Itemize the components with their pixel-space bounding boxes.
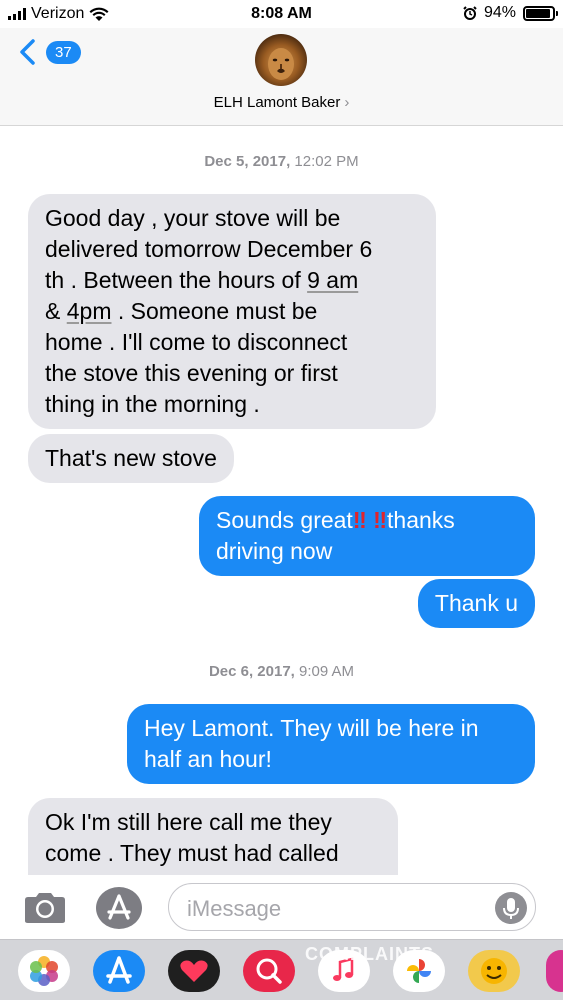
microphone-button[interactable] bbox=[495, 892, 527, 924]
message-line: Good day , your stove will be bbox=[45, 205, 341, 231]
contact-name: ELH Lamont Baker bbox=[213, 94, 341, 111]
message-line: driving now bbox=[216, 538, 333, 564]
battery-icon bbox=[523, 5, 558, 21]
message-text: thanks bbox=[387, 507, 455, 533]
message-input-placeholder: iMessage bbox=[187, 896, 282, 921]
incoming-message-bubble[interactable]: That's new stove bbox=[28, 434, 234, 483]
message-text: . Someone must be bbox=[111, 298, 318, 324]
message-line: thing in the morning . bbox=[45, 391, 260, 417]
double-exclamation-emoji: ‼ bbox=[373, 507, 388, 533]
timestamp-2-time: 9:09 AM bbox=[299, 663, 355, 680]
battery-percent: 94% bbox=[483, 4, 516, 21]
more-apps-button[interactable] bbox=[546, 950, 563, 992]
timestamp-1-date: Dec 5, 2017, bbox=[204, 153, 291, 170]
imessage-app-drawer: COMPLAINTS bbox=[0, 939, 563, 1000]
emoji-sticker-app[interactable] bbox=[468, 950, 520, 992]
message-line: half an hour! bbox=[144, 746, 272, 772]
watermark-text: COMPLAINTS bbox=[305, 944, 434, 964]
message-line: home . I'll come to disconnect bbox=[45, 329, 348, 355]
message-line: Hey Lamont. They will be here in bbox=[144, 715, 479, 741]
incoming-message-bubble[interactable]: Good day , your stove will be delivered … bbox=[28, 194, 436, 429]
message-line: come . They must had called bbox=[45, 840, 339, 866]
status-right: 94% bbox=[463, 4, 558, 22]
message-line: Ok I'm still here call me they bbox=[45, 809, 332, 835]
app-store-app[interactable] bbox=[93, 950, 145, 992]
time-link[interactable]: 4pm bbox=[67, 298, 112, 324]
message-text: th . Between the hours of bbox=[45, 267, 308, 293]
contact-avatar[interactable] bbox=[255, 34, 307, 86]
message-line: the stove this evening or first bbox=[45, 360, 338, 386]
message-line: & 4pm . Someone must be bbox=[45, 296, 419, 327]
message-text: That's new stove bbox=[45, 445, 217, 471]
back-button[interactable]: 37 bbox=[16, 38, 81, 66]
photos-app[interactable] bbox=[18, 950, 70, 992]
digital-touch-app[interactable] bbox=[168, 950, 220, 992]
status-bar: Verizon 8:08 AM 94% bbox=[0, 0, 563, 28]
app-store-icon bbox=[107, 894, 131, 920]
emoji-sticker-icon bbox=[481, 958, 507, 984]
search-images-app[interactable] bbox=[243, 950, 295, 992]
lion-avatar-icon bbox=[268, 48, 294, 80]
timestamp-1: Dec 5, 2017, 12:02 PM bbox=[0, 153, 563, 170]
message-text: Sounds great bbox=[216, 507, 353, 533]
timestamp-1-time: 12:02 PM bbox=[294, 153, 359, 170]
outgoing-message-bubble[interactable]: Sounds great‼ ‼thanks driving now bbox=[199, 496, 535, 576]
search-images-icon bbox=[256, 958, 282, 984]
contact-name-button[interactable]: ELH Lamont Baker › bbox=[0, 94, 563, 111]
message-text: Thank u bbox=[434, 590, 518, 616]
unread-count-badge: 37 bbox=[46, 40, 81, 64]
message-input[interactable]: iMessage bbox=[168, 883, 536, 931]
message-line: Sounds great‼ ‼thanks bbox=[216, 505, 518, 536]
app-store-button[interactable] bbox=[96, 887, 142, 929]
outgoing-message-bubble[interactable]: Thank u bbox=[417, 579, 535, 628]
double-exclamation-emoji: ‼ bbox=[352, 507, 367, 533]
digital-touch-icon bbox=[180, 960, 208, 982]
message-text: & bbox=[45, 298, 67, 324]
compose-bar: iMessage bbox=[0, 875, 563, 939]
timestamp-2-date: Dec 6, 2017, bbox=[208, 663, 295, 680]
app-store-icon bbox=[106, 956, 132, 984]
chevron-left-icon bbox=[20, 39, 35, 65]
photos-icon bbox=[30, 956, 58, 986]
message-line: th . Between the hours of 9 am bbox=[45, 265, 419, 296]
outgoing-message-bubble[interactable]: Hey Lamont. They will be here in half an… bbox=[127, 704, 535, 784]
message-line: delivered tomorrow December 6 bbox=[45, 236, 373, 262]
microphone-icon bbox=[503, 898, 519, 919]
chevron-right-icon: › bbox=[344, 94, 350, 111]
timestamp-2: Dec 6, 2017, 9:09 AM bbox=[0, 663, 563, 680]
alarm-icon bbox=[463, 6, 477, 20]
conversation-header: 37 ELH Lamont Baker › bbox=[0, 28, 563, 126]
time-link[interactable]: 9 am bbox=[307, 267, 358, 293]
camera-icon[interactable] bbox=[22, 891, 68, 925]
